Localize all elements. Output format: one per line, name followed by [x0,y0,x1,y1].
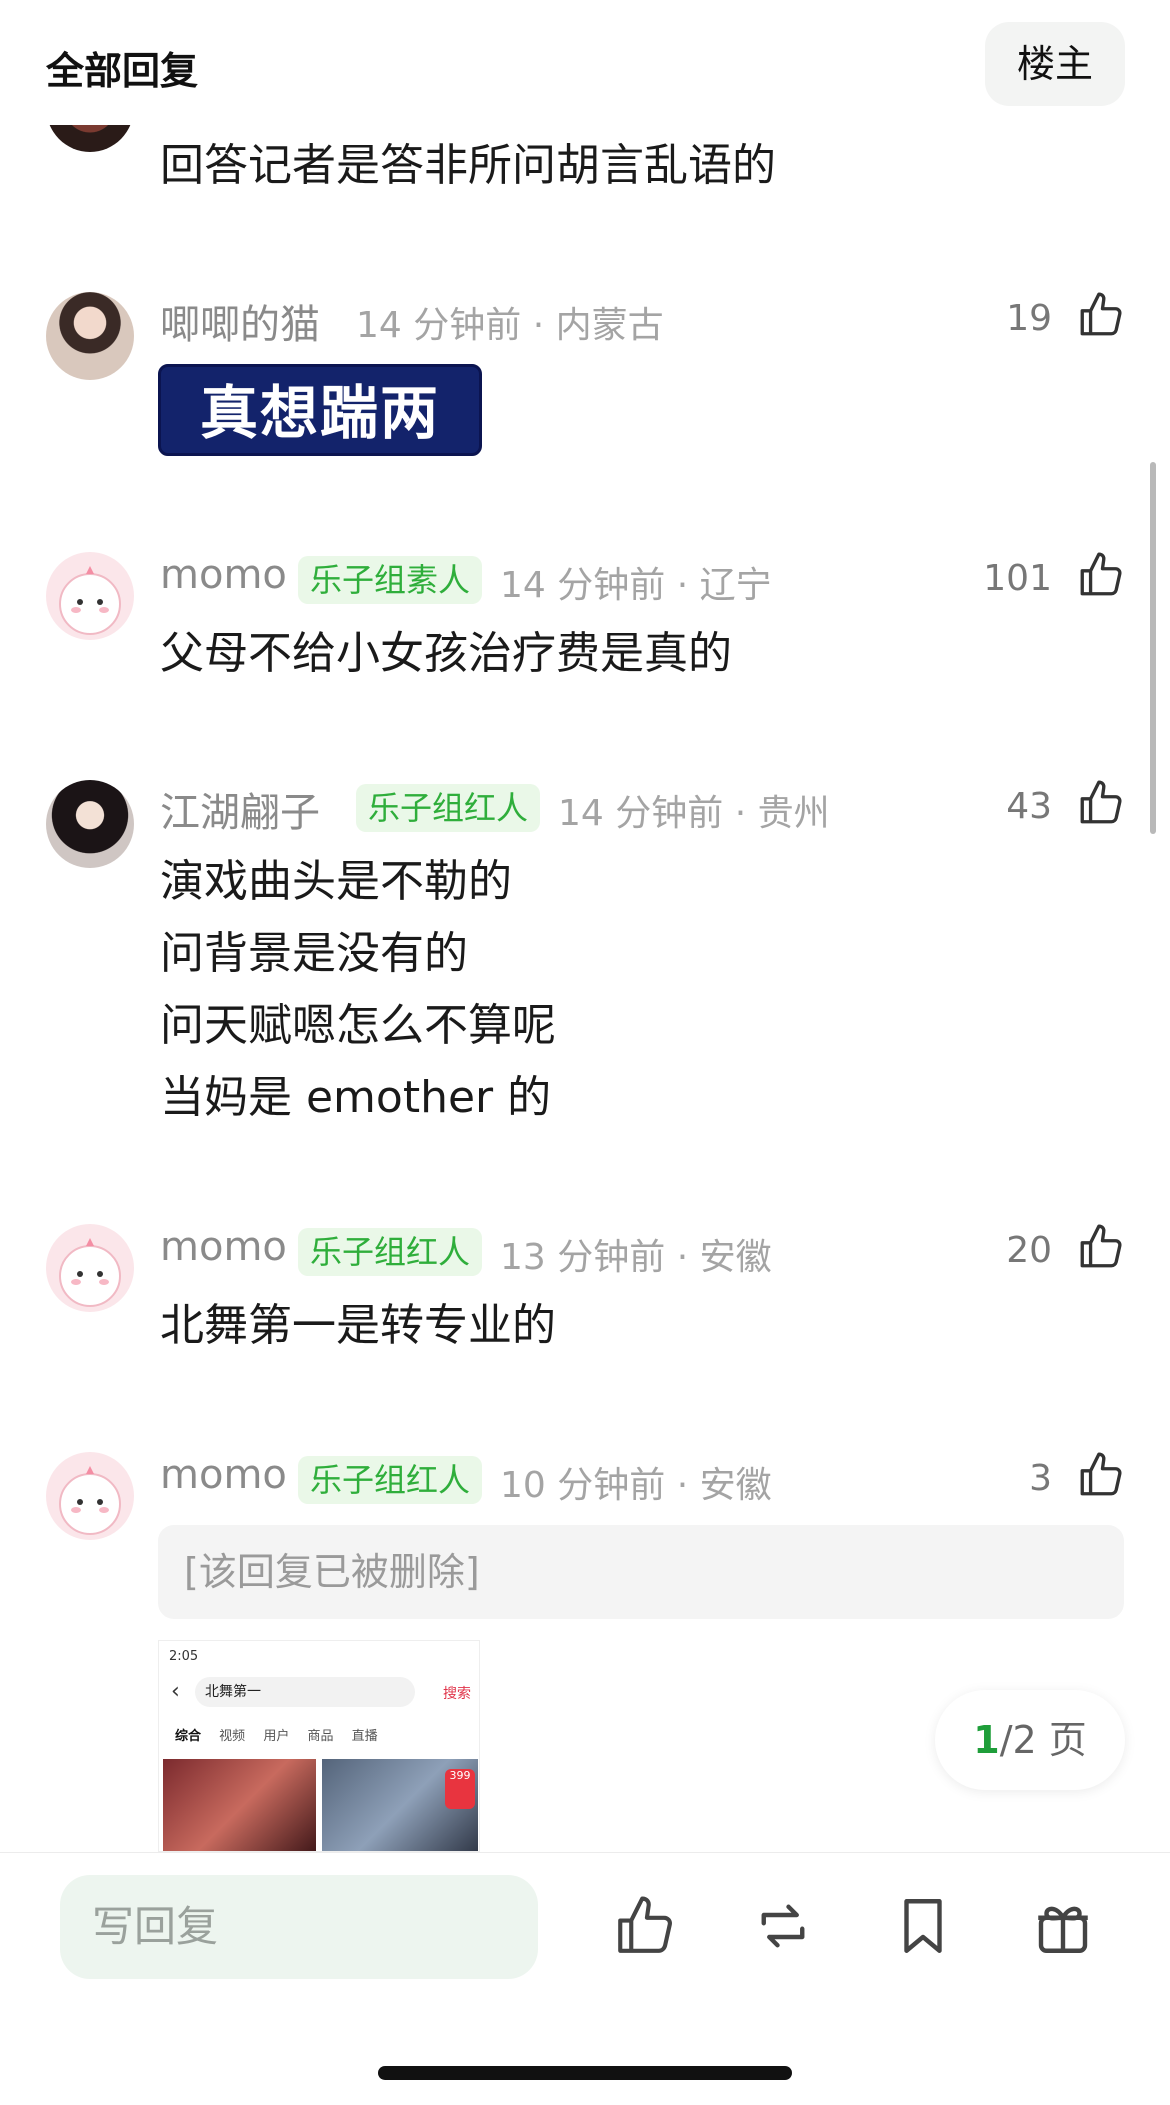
comment-time: 14 分钟前 [558,793,724,834]
thumbs-up-icon[interactable] [1076,778,1126,828]
gift-icon[interactable] [1030,1893,1096,1959]
comment-time: 14 分钟前 [356,305,522,346]
thumbs-up-icon[interactable] [1076,1450,1126,1500]
comment-meta: 13 分钟前 · 安徽 [500,1237,772,1278]
like-count: 43 [1006,786,1052,827]
bookmark-icon[interactable] [890,1893,956,1959]
comment-text-line: 问背景是没有的 [160,928,468,979]
mascot-avatar-icon [59,1466,121,1535]
page-title: 全部回复 [46,49,199,93]
comment-time: 13 分钟前 [500,1237,666,1278]
like-count: 101 [983,558,1052,599]
comment-meta: 14 分钟前 · 贵州 [558,793,830,834]
comment-location: 安徽 [699,1237,772,1278]
bottom-action-bar: 写回复 [0,1852,1170,2105]
comment-text: 父母不给小女孩治疗费是真的 [160,628,732,679]
scrollbar[interactable] [1150,462,1156,834]
group-badge: 乐子组素人 [298,556,483,604]
comment-meta: 14 分钟前 · 内蒙古 [356,305,664,346]
like-count: 3 [1029,1458,1052,1499]
attached-screenshot[interactable]: 2:05 ‹ 北舞第一 搜索 综合 视频 用户 商品 直播 399 [158,1640,480,1852]
mascot-avatar-icon [59,1238,121,1307]
mascot-avatar-icon [59,566,121,635]
red-packet-badge: 399 [445,1769,475,1809]
tab-label: 商品 [307,1729,334,1744]
thumbs-up-icon[interactable] [1076,550,1126,600]
comment-time: 14 分钟前 [500,565,666,606]
avatar[interactable] [46,292,134,380]
comment-text-line: 问天赋嗯怎么不算呢 [160,1000,556,1051]
tab-label: 综合 [175,1729,202,1744]
username[interactable]: momo [160,1452,287,1498]
comment-location: 内蒙古 [555,305,664,346]
comment-location: 辽宁 [699,565,772,606]
reply-input[interactable]: 写回复 [60,1875,538,1979]
comment-location: 安徽 [699,1465,772,1506]
thumbs-up-icon[interactable] [1076,290,1126,340]
group-badge: 乐子组红人 [356,784,541,832]
avatar[interactable] [46,1224,134,1312]
repost-icon[interactable] [750,1893,816,1959]
like-count: 19 [1006,298,1052,339]
deleted-quote: [该回复已被删除] [158,1525,1124,1619]
username[interactable]: 江湖翩子 [160,780,320,838]
tab-label: 视频 [219,1729,246,1744]
avatar[interactable] [46,780,134,868]
username[interactable]: momo [160,1224,287,1270]
comment-location: 贵州 [757,793,830,834]
tab-label: 直播 [351,1729,378,1744]
current-page: 1 [973,1718,1000,1762]
op-filter-button[interactable]: 楼主 [985,22,1125,106]
top-bar: 全部回复 楼主 [0,0,1170,125]
status-time: 2:05 [169,1649,199,1664]
username[interactable]: 唧唧的猫 [160,292,320,350]
page-indicator[interactable]: 1/2 页 [935,1690,1125,1790]
group-badge: 乐子组红人 [298,1456,483,1504]
thumbs-up-icon[interactable] [1076,1222,1126,1272]
avatar[interactable] [46,1452,134,1540]
comment-text: 回答记者是答非所问胡言乱语的 [160,140,776,191]
meme-image[interactable]: 真想踹两脚。 [158,364,482,539]
like-count: 20 [1006,1230,1052,1271]
tab-label: 用户 [263,1729,290,1744]
comment-text-line: 演戏曲头是不勒的 [160,856,512,907]
group-badge: 乐子组红人 [298,1228,483,1276]
comment-meta: 10 分钟前 · 安徽 [500,1465,772,1506]
username[interactable]: momo [160,552,287,598]
comment-text-line: 当妈是 emother 的 [160,1072,552,1123]
thumbs-up-icon[interactable] [612,1893,678,1959]
search-button-label: 搜索 [443,1686,471,1702]
search-tabs: 综合 视频 用户 商品 直播 [175,1725,392,1744]
back-icon: ‹ [171,1679,180,1704]
search-query: 北舞第一 [195,1677,415,1707]
home-indicator [378,2066,792,2080]
comment-meta: 14 分钟前 · 辽宁 [500,565,772,606]
comment-text: 北舞第一是转专业的 [160,1300,556,1351]
total-pages: /2 页 [999,1718,1087,1762]
result-thumbnail [163,1759,316,1851]
comment-time: 10 分钟前 [500,1465,666,1506]
avatar[interactable] [46,552,134,640]
